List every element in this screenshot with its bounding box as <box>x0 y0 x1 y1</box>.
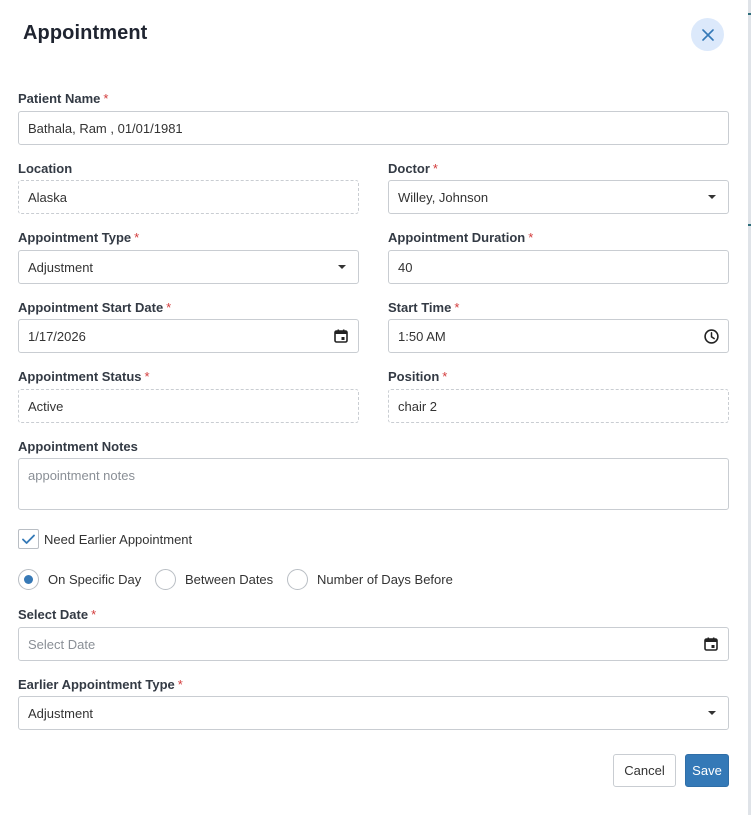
patient-name-label: Patient Name * <box>18 91 108 106</box>
notes-textarea[interactable]: appointment notes <box>18 458 729 510</box>
calendar-icon[interactable] <box>333 328 349 344</box>
doctor-value: Willey, Johnson <box>398 189 489 205</box>
need-earlier-checkbox[interactable] <box>18 529 39 549</box>
appointment-duration-value: 40 <box>398 259 413 275</box>
start-time-label-text: Start Time <box>388 300 452 315</box>
start-date-label-text: Appointment Start Date <box>18 300 164 315</box>
required-marker: * <box>166 300 172 315</box>
clock-icon[interactable] <box>703 328 719 344</box>
radio-selected-dot <box>24 575 33 584</box>
earlier-type-select[interactable]: Adjustment <box>18 696 729 730</box>
check-icon <box>22 534 35 544</box>
doctor-label: Doctor * <box>388 161 438 176</box>
chevron-down-icon <box>338 265 346 269</box>
need-earlier-label[interactable]: Need Earlier Appointment <box>44 532 192 547</box>
radio-label-on-specific-day[interactable]: On Specific Day <box>48 572 141 587</box>
position-value: chair 2 <box>398 398 438 414</box>
patient-name-value: Bathala, Ram , 01/01/1981 <box>28 120 183 136</box>
status-label-text: Appointment Status <box>18 369 142 384</box>
appointment-type-value: Adjustment <box>28 259 94 275</box>
status-field: Active <box>18 389 359 423</box>
notes-label-text: Appointment Notes <box>18 439 138 454</box>
patient-name-input[interactable]: Bathala, Ram , 01/01/1981 <box>18 111 729 145</box>
appointment-duration-label: Appointment Duration * <box>388 230 533 245</box>
doctor-label-text: Doctor <box>388 161 430 176</box>
location-label: Location <box>18 161 72 176</box>
start-date-value: 1/17/2026 <box>28 328 86 344</box>
start-date-input[interactable]: 1/17/2026 <box>18 319 359 353</box>
close-button[interactable] <box>691 18 724 51</box>
appointment-type-label-text: Appointment Type <box>18 230 132 245</box>
radio-number-of-days-before[interactable] <box>287 569 308 590</box>
appointment-duration-input[interactable]: 40 <box>388 250 729 284</box>
location-field: Alaska <box>18 180 359 214</box>
doctor-select[interactable]: Willey, Johnson <box>388 180 729 214</box>
required-marker: * <box>103 91 109 106</box>
start-time-value: 1:50 AM <box>398 328 446 344</box>
location-label-text: Location <box>18 161 73 176</box>
appointment-type-label: Appointment Type * <box>18 230 139 245</box>
save-button[interactable]: Save <box>685 754 729 787</box>
notes-placeholder: appointment notes <box>28 468 135 483</box>
radio-label-number-of-days-before[interactable]: Number of Days Before <box>317 572 453 587</box>
position-field: chair 2 <box>388 389 729 423</box>
status-value: Active <box>28 398 64 414</box>
notes-label: Appointment Notes <box>18 439 138 454</box>
select-date-label-text: Select Date <box>18 607 89 622</box>
status-label: Appointment Status * <box>18 369 150 384</box>
required-marker: * <box>91 607 97 622</box>
required-marker: * <box>528 230 534 245</box>
select-date-input[interactable]: Select Date <box>18 627 729 661</box>
earlier-type-label-text: Earlier Appointment Type <box>18 677 175 692</box>
required-marker: * <box>144 369 150 384</box>
select-date-placeholder: Select Date <box>28 636 96 652</box>
radio-between-dates[interactable] <box>155 569 176 590</box>
radio-label-between-dates[interactable]: Between Dates <box>185 572 273 587</box>
select-date-label: Select Date * <box>18 607 96 622</box>
close-icon <box>701 28 714 41</box>
cancel-button[interactable]: Cancel <box>613 754 676 787</box>
chevron-down-icon <box>708 711 716 715</box>
chevron-down-icon <box>708 195 716 199</box>
start-date-label: Appointment Start Date * <box>18 300 171 315</box>
dialog-title: Appointment <box>23 22 148 44</box>
earlier-type-label: Earlier Appointment Type * <box>18 677 183 692</box>
appointment-type-select[interactable]: Adjustment <box>18 250 359 284</box>
location-value: Alaska <box>28 189 68 205</box>
calendar-icon[interactable] <box>703 636 719 652</box>
earlier-type-value: Adjustment <box>28 705 94 721</box>
radio-on-specific-day[interactable] <box>18 569 39 590</box>
required-marker: * <box>432 161 438 176</box>
required-marker: * <box>442 369 448 384</box>
required-marker: * <box>134 230 140 245</box>
start-time-input[interactable]: 1:50 AM <box>388 319 729 353</box>
position-label: Position * <box>388 369 447 384</box>
patient-name-label-text: Patient Name <box>18 91 101 106</box>
required-marker: * <box>454 300 460 315</box>
position-label-text: Position <box>388 369 440 384</box>
start-time-label: Start Time * <box>388 300 459 315</box>
required-marker: * <box>177 677 183 692</box>
appointment-duration-label-text: Appointment Duration <box>388 230 526 245</box>
